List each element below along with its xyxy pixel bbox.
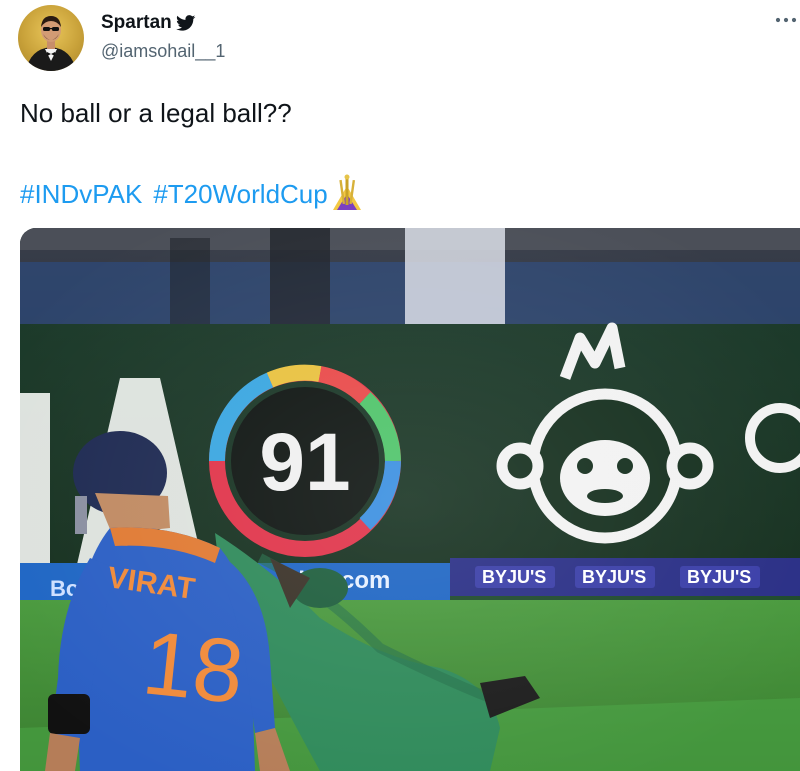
tweet-media-image[interactable]: 91 Bo king.com BYJU'S <box>20 228 800 771</box>
tweet-card: Spartan @iamsohail__1 No ball or a legal… <box>0 0 800 771</box>
tweet-text: No ball or a legal ball?? <box>20 98 292 128</box>
display-name[interactable]: Spartan <box>101 12 172 34</box>
twitter-bird-icon <box>175 15 196 31</box>
t20-world-cup-trophy-emoji <box>332 174 361 210</box>
avatar-photo <box>26 16 76 71</box>
cricket-match-photo: 91 Bo king.com BYJU'S <box>20 228 800 771</box>
hashtag-row: #INDvPAK #T20WorldCup <box>20 174 364 214</box>
avatar[interactable] <box>18 5 84 71</box>
author-handle[interactable]: @iamsohail__1 <box>101 41 225 62</box>
hashtag-t20worldcup[interactable]: #T20WorldCup <box>153 179 327 210</box>
more-options-icon[interactable] <box>772 10 800 30</box>
author-name-row[interactable]: Spartan <box>101 12 196 34</box>
hashtag-indvpak[interactable]: #INDvPAK <box>20 179 142 210</box>
